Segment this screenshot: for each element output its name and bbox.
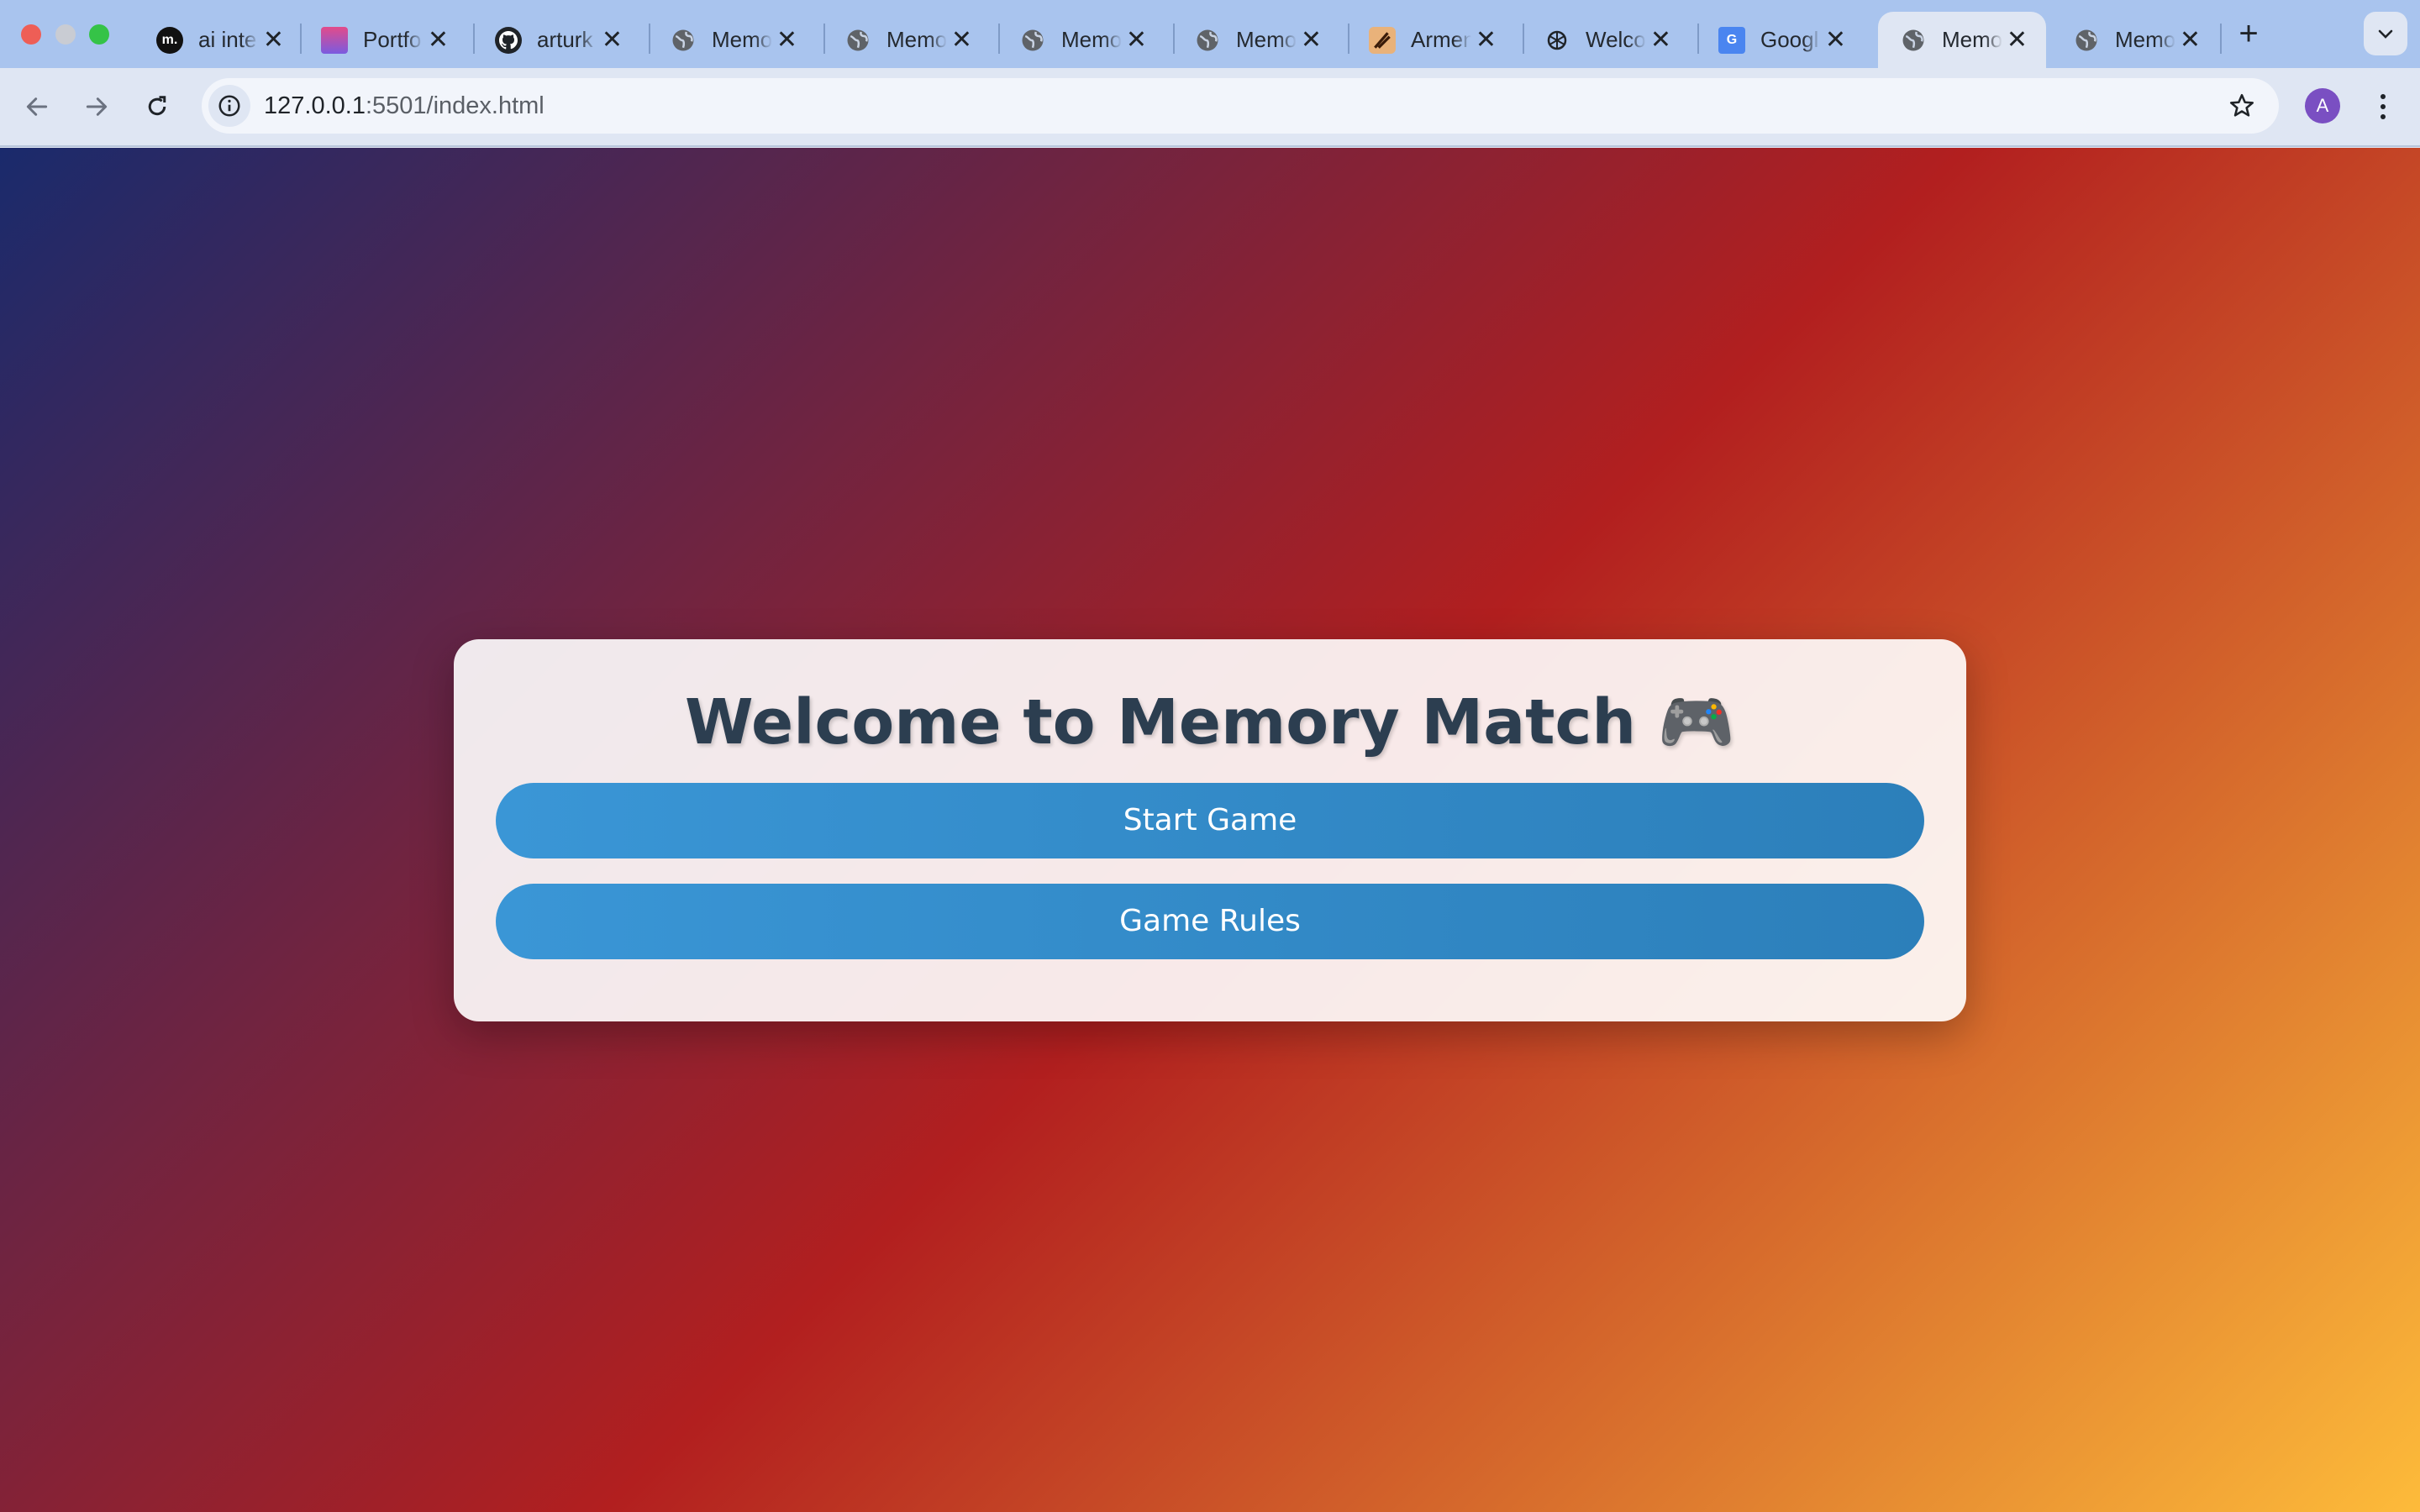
medium-icon: m.: [156, 26, 183, 54]
close-tab-icon[interactable]: ✕: [776, 26, 797, 55]
close-tab-icon[interactable]: ✕: [428, 26, 449, 55]
close-tab-icon[interactable]: ✕: [951, 26, 972, 55]
welcome-card: Welcome to Memory Match 🎮 Start Game Gam…: [454, 639, 1966, 1021]
tab-memo-active[interactable]: Memo ✕: [1878, 12, 2046, 68]
tab-github[interactable]: arturk ✕: [473, 12, 641, 68]
tab-title: Memo: [1061, 27, 1122, 52]
close-tab-icon[interactable]: ✕: [1126, 26, 1147, 55]
close-tab-icon[interactable]: ✕: [1825, 26, 1846, 55]
site-info-button[interactable]: [208, 85, 250, 127]
tab-title: Memo: [2115, 27, 2175, 52]
tab-title: Memo: [1942, 27, 2002, 52]
more-vert-icon: [2381, 94, 2386, 119]
back-button[interactable]: [17, 87, 57, 127]
tab-welcome[interactable]: Welco ✕: [1522, 12, 1690, 68]
tab-title: Memo: [712, 27, 772, 52]
tab-title: Welco: [1586, 27, 1646, 52]
reload-icon: [148, 96, 166, 116]
address-bar[interactable]: 127.0.0.1:5501/index.html: [202, 78, 2279, 134]
portfolio-icon: [321, 26, 348, 54]
tab-title: ai inte: [198, 27, 257, 52]
start-game-button[interactable]: Start Game: [496, 783, 1924, 858]
profile-avatar[interactable]: A: [2305, 88, 2340, 123]
browser-menu-button[interactable]: [2366, 87, 2400, 127]
game-rules-button[interactable]: Game Rules: [496, 884, 1924, 959]
tab-strip: m. ai inte ✕ Portfo ✕ arturk ✕ Memo ✕ Me…: [0, 0, 2420, 68]
info-icon: [218, 95, 240, 117]
tab-title: Armen: [1411, 27, 1471, 52]
close-tab-icon[interactable]: ✕: [1301, 26, 1322, 55]
browser-toolbar: 127.0.0.1:5501/index.html A: [0, 68, 2420, 147]
tab-memo[interactable]: Memo ✕: [2051, 12, 2219, 68]
bookmark-button[interactable]: [2225, 89, 2259, 123]
close-tab-icon[interactable]: ✕: [1650, 26, 1671, 55]
openai-icon: [1544, 27, 1570, 54]
url-text[interactable]: 127.0.0.1:5501/index.html: [264, 78, 544, 134]
tab-google[interactable]: G Googl ✕: [1697, 12, 1865, 68]
page-viewport: Welcome to Memory Match 🎮 Start Game Gam…: [0, 148, 2420, 1512]
globe-icon: [1019, 27, 1046, 54]
close-tab-icon[interactable]: ✕: [2007, 26, 2028, 55]
globe-icon: [670, 27, 697, 54]
star-icon: [2229, 93, 2254, 117]
close-window-button[interactable]: [21, 24, 41, 45]
close-tab-icon[interactable]: ✕: [263, 26, 284, 55]
globe-icon: [1194, 27, 1221, 54]
close-tab-icon[interactable]: ✕: [1476, 26, 1497, 55]
arrow-left-icon: [26, 97, 48, 116]
close-tab-icon[interactable]: ✕: [602, 26, 623, 55]
globe-icon: [1900, 27, 1927, 54]
tab-ai-inte[interactable]: m. ai inte ✕: [134, 12, 302, 68]
reload-button[interactable]: [137, 87, 177, 127]
tab-separator: [2220, 24, 2222, 54]
forward-button[interactable]: [76, 87, 117, 127]
tab-title: Memo: [1236, 27, 1297, 52]
tab-title: arturk: [537, 27, 593, 52]
tab-memo[interactable]: Memo ✕: [997, 12, 1165, 68]
google-translate-icon: G: [1718, 26, 1745, 54]
globe-icon: [844, 27, 871, 54]
close-tab-icon[interactable]: ✕: [2180, 26, 2201, 55]
tab-title: Memo: [886, 27, 947, 52]
tab-memo[interactable]: Memo ✕: [648, 12, 816, 68]
tab-memo[interactable]: Memo ✕: [823, 12, 991, 68]
url-path: :5501/index.html: [365, 92, 544, 119]
tab-search-button[interactable]: [2364, 12, 2407, 55]
github-icon: [495, 26, 522, 54]
tab-memo[interactable]: Memo ✕: [1172, 12, 1340, 68]
new-tab-button[interactable]: +: [2232, 15, 2265, 52]
arrow-right-icon: [86, 97, 108, 116]
minimize-window-button[interactable]: [55, 24, 76, 45]
url-host: 127.0.0.1: [264, 92, 366, 119]
page-title: Welcome to Memory Match 🎮: [685, 686, 1735, 759]
chevron-down-icon: [2378, 29, 2393, 39]
armen-icon: [1369, 26, 1396, 54]
maximize-window-button[interactable]: [89, 24, 109, 45]
tab-portfolio[interactable]: Portfo ✕: [299, 12, 467, 68]
tab-title: Googl: [1760, 27, 1819, 52]
tab-armen[interactable]: Armen ✕: [1347, 12, 1515, 68]
globe-icon: [2073, 27, 2100, 54]
tab-title: Portfo: [363, 27, 422, 52]
